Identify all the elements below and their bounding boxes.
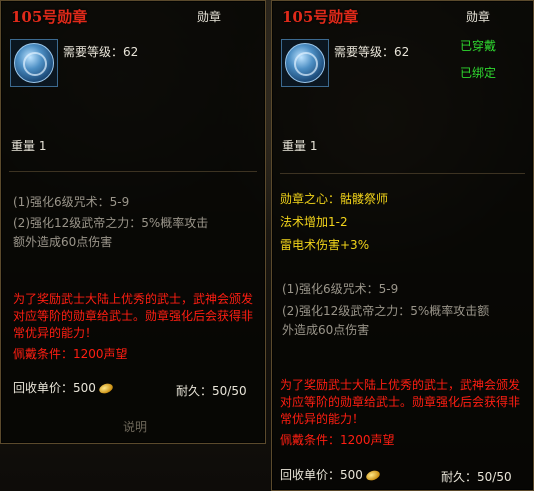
explain-button[interactable]: 说明 [123, 418, 147, 435]
magic-bonus-line: 法术增加1-2 [280, 215, 348, 229]
thunder-damage-line: 雷电术伤害+3% [280, 238, 370, 252]
medal-icon [14, 43, 54, 83]
bound-status: 已绑定 [460, 66, 497, 80]
stat-line-1: (1)强化6级咒术：5-9 [282, 282, 399, 296]
item-type: 勋章 [197, 10, 222, 24]
wear-condition: 佩戴条件：1200声望 [13, 347, 128, 361]
divider [280, 173, 525, 174]
item-weight: 重量 1 [11, 139, 47, 153]
item-type: 勋章 [466, 10, 491, 24]
recycle-price-label: 回收单价：500 [13, 381, 96, 395]
stat-line-1: (1)强化6级咒术：5-9 [13, 195, 130, 209]
coin-icon [364, 468, 382, 483]
worn-status: 已穿戴 [460, 39, 497, 53]
recycle-price-label: 回收单价：500 [280, 468, 363, 482]
item-title: 105号勋章 [11, 8, 88, 26]
medal-icon [285, 43, 325, 83]
item-tooltip-left: 105号勋章 勋章 需要等级：62 重量 1 (1)强化6级咒术：5-9 (2)… [0, 0, 266, 444]
stat-line-2: (2)强化12级武帝之力：5%概率攻击额外造成60点伤害 [282, 304, 490, 337]
wear-condition: 佩戴条件：1200声望 [280, 433, 395, 447]
durability: 耐久：50/50 [441, 470, 512, 484]
item-icon-frame [281, 39, 329, 87]
item-description: 为了奖励武士大陆上优秀的武士，武神会颁发对应等阶的勋章给武士。勋章强化后会获得非… [13, 292, 254, 340]
item-title: 105号勋章 [282, 8, 359, 26]
durability: 耐久：50/50 [176, 384, 247, 398]
recycle-price: 回收单价：500 [280, 466, 382, 483]
item-weight: 重量 1 [282, 139, 318, 153]
item-icon-frame [10, 39, 58, 87]
level-requirement: 需要等级：62 [334, 45, 410, 59]
item-tooltip-right: 105号勋章 勋章 需要等级：62 已穿戴 已绑定 重量 1 勋章之心：骷髅祭师… [271, 0, 534, 491]
divider [9, 171, 257, 172]
coin-icon [97, 381, 115, 396]
medal-heart-line: 勋章之心：骷髅祭师 [280, 192, 389, 206]
recycle-price: 回收单价：500 [13, 379, 115, 396]
level-requirement: 需要等级：62 [63, 45, 139, 59]
stat-line-2: (2)强化12级武帝之力：5%概率攻击额外造成60点伤害 [13, 216, 209, 249]
item-description: 为了奖励武士大陆上优秀的武士，武神会颁发对应等阶的勋章给武士。勋章强化后会获得非… [280, 378, 521, 426]
